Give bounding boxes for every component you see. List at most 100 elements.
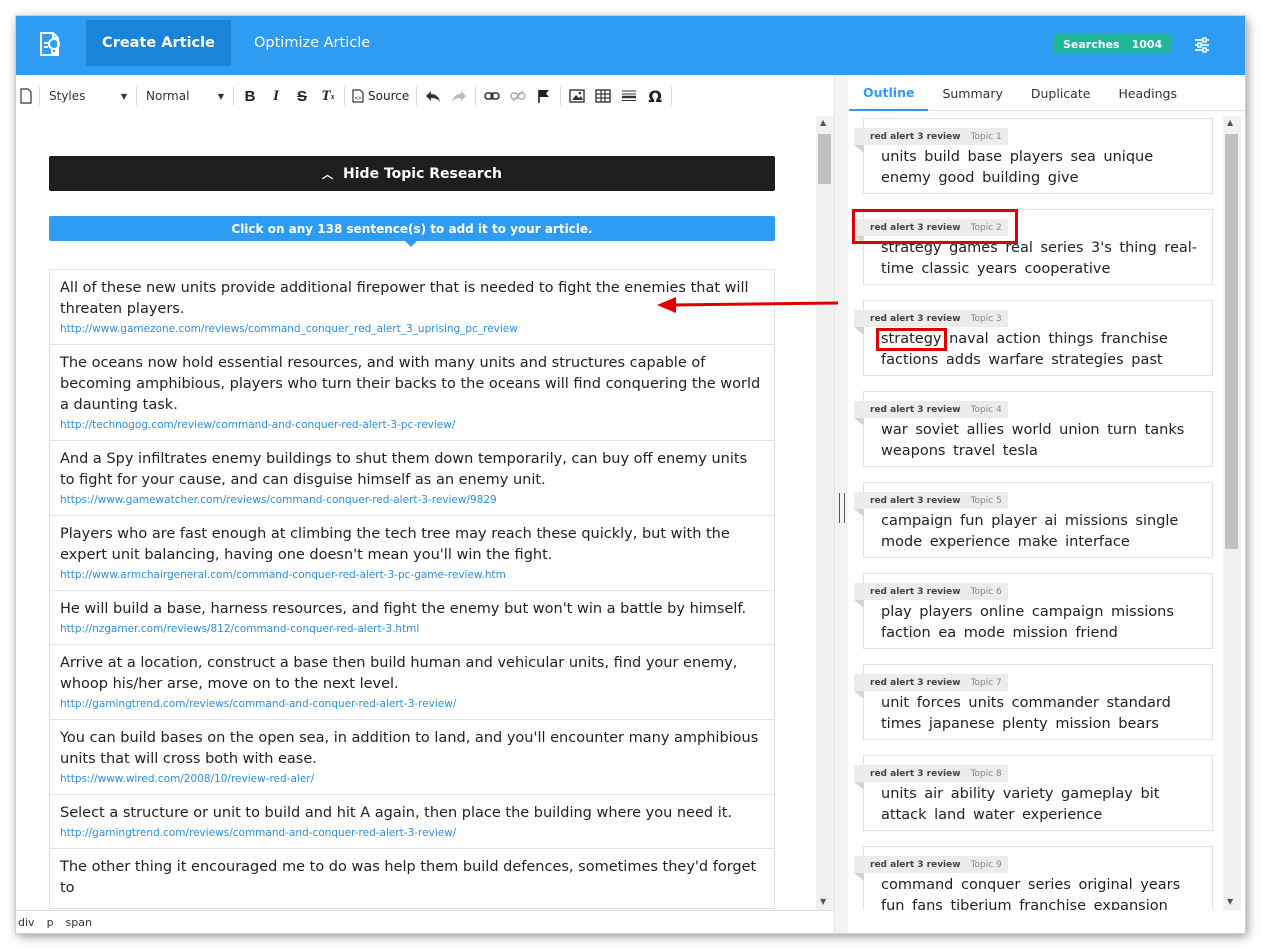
- redo-icon[interactable]: [446, 84, 472, 108]
- sentence-source-link[interactable]: https://www.gamewatcher.com/reviews/comm…: [60, 494, 764, 506]
- table-icon[interactable]: [590, 84, 616, 108]
- tag-fold: [854, 509, 864, 517]
- sentence-source-link[interactable]: http://www.gamezone.com/reviews/command_…: [60, 323, 764, 335]
- topic-number: Topic 4: [970, 404, 1002, 415]
- sentence-source-link[interactable]: http://technogog.com/review/command-and-…: [60, 419, 764, 431]
- toolbar-divider: [671, 87, 673, 105]
- topic-card[interactable]: red alert 3 review Topic 5 campaign fun p…: [854, 482, 1213, 558]
- topic-keyword: red alert 3 review: [870, 859, 961, 870]
- topic-number: Topic 6: [970, 586, 1002, 597]
- unlink-icon[interactable]: [505, 84, 531, 108]
- toolbar-divider: [136, 87, 137, 105]
- source-button[interactable]: <> Source: [348, 84, 413, 108]
- sentence-item[interactable]: Arrive at a location, construct a base t…: [50, 645, 774, 720]
- styles-dropdown[interactable]: Styles ▼: [43, 84, 133, 108]
- scroll-down-icon[interactable]: ▼: [1227, 897, 1233, 906]
- flag-icon[interactable]: [531, 84, 557, 108]
- hide-research-label: Hide Topic Research: [343, 165, 502, 182]
- toolbar-divider: [344, 87, 345, 105]
- path-item[interactable]: p: [47, 916, 54, 929]
- sentence-source-link[interactable]: https://www.wired.com/2008/10/review-red…: [60, 773, 764, 785]
- sentence-text: The oceans now hold essential resources,…: [60, 355, 761, 413]
- path-item[interactable]: span: [66, 916, 92, 929]
- tab-outline[interactable]: Outline: [849, 75, 929, 111]
- sentence-item[interactable]: The oceans now hold essential resources,…: [50, 345, 774, 441]
- format-dropdown[interactable]: Normal ▼: [140, 84, 230, 108]
- remove-format-icon[interactable]: Tx: [315, 84, 341, 108]
- topic-card[interactable]: red alert 3 review Topic 4 war soviet all…: [854, 391, 1213, 467]
- drag-handle-icon[interactable]: [839, 493, 845, 523]
- hide-topic-research-button[interactable]: ︿ Hide Topic Research: [49, 156, 775, 191]
- tab-headings[interactable]: Headings: [1104, 75, 1191, 111]
- link-icon[interactable]: [479, 84, 505, 108]
- topic-keyword: red alert 3 review: [870, 222, 961, 233]
- topic-card[interactable]: red alert 3 review Topic 7 unit forces un…: [854, 664, 1213, 740]
- sentence-text: Select a structure or unit to build and …: [60, 805, 733, 821]
- topic-tag: red alert 3 review Topic 8: [854, 765, 1008, 782]
- right-scrollbar[interactable]: ▲ ▼: [1223, 116, 1241, 910]
- app-logo-icon[interactable]: [35, 29, 65, 59]
- sentence-source-link[interactable]: http://www.armchairgeneral.com/command-c…: [60, 569, 764, 581]
- bold-icon[interactable]: B: [237, 84, 263, 108]
- omega-icon[interactable]: Ω: [642, 84, 668, 108]
- topic-card[interactable]: red alert 3 review Topic 3 strategy naval…: [854, 300, 1213, 376]
- sentence-item[interactable]: Players who are fast enough at climbing …: [50, 516, 774, 591]
- panel-splitter[interactable]: [834, 75, 848, 933]
- topic-keyword: red alert 3 review: [870, 495, 961, 506]
- topic-card[interactable]: red alert 3 review Topic 1 units build ba…: [854, 118, 1213, 194]
- sentence-item[interactable]: The other thing it encouraged me to do w…: [50, 849, 774, 909]
- scroll-down-icon[interactable]: ▼: [820, 897, 826, 906]
- topic-words: units build base players sea unique enem…: [881, 149, 1154, 186]
- tag-fold: [854, 145, 864, 153]
- topic-card[interactable]: red alert 3 review Topic 9 command conque…: [854, 846, 1213, 910]
- toolbar-divider: [416, 87, 418, 105]
- italic-icon[interactable]: I: [263, 84, 289, 108]
- path-item[interactable]: div: [18, 916, 35, 929]
- sentence-item[interactable]: All of these new units provide additiona…: [50, 270, 774, 345]
- searches-label: Searches: [1063, 37, 1120, 51]
- topic-card[interactable]: red alert 3 review Topic 6 play players o…: [854, 573, 1213, 649]
- tag-fold: [854, 327, 864, 335]
- sentence-count-banner: Click on any 138 sentence(s) to add it t…: [49, 216, 775, 247]
- chevron-down-icon: ▼: [217, 91, 224, 101]
- topic-card[interactable]: red alert 3 review Topic 8 units air abil…: [854, 755, 1213, 831]
- topic-card[interactable]: red alert 3 review Topic 2 strategy games…: [854, 209, 1213, 285]
- editor-toolbar: Styles ▼ Normal ▼ B I S Tx <> Source Ω: [16, 82, 834, 110]
- left-scrollbar[interactable]: ▲ ▼: [816, 116, 834, 910]
- sentence-item[interactable]: And a Spy infiltrates enemy buildings to…: [50, 441, 774, 516]
- sentence-item[interactable]: You can build bases on the open sea, in …: [50, 720, 774, 795]
- document-icon[interactable]: [16, 84, 36, 108]
- scroll-up-icon[interactable]: ▲: [1227, 118, 1233, 127]
- tab-summary[interactable]: Summary: [928, 75, 1016, 111]
- sentence-item[interactable]: Select a structure or unit to build and …: [50, 795, 774, 849]
- sentence-item[interactable]: He will build a base, harness resources,…: [50, 591, 774, 645]
- scrollbar-thumb[interactable]: [818, 134, 831, 184]
- scrollbar-thumb[interactable]: [1225, 134, 1238, 549]
- topic-keyword: red alert 3 review: [870, 586, 961, 597]
- tab-create-article[interactable]: Create Article: [86, 20, 231, 66]
- tab-duplicate[interactable]: Duplicate: [1017, 75, 1105, 111]
- topic-keyword: red alert 3 review: [870, 131, 961, 142]
- topic-words: play players online campaign missions fa…: [881, 604, 1174, 641]
- strikethrough-icon[interactable]: S: [289, 84, 315, 108]
- topic-keyword: red alert 3 review: [870, 768, 961, 779]
- sentence-text: You can build bases on the open sea, in …: [60, 730, 759, 767]
- horizontal-rule-icon[interactable]: [616, 84, 642, 108]
- sentence-source-link[interactable]: http://nzgamer.com/reviews/812/command-c…: [60, 623, 764, 635]
- undo-icon[interactable]: [420, 84, 446, 108]
- sentence-source-link[interactable]: http://gamingtrend.com/reviews/command-a…: [60, 698, 764, 710]
- chevron-up-icon: ︿: [322, 167, 334, 181]
- topic-tag: red alert 3 review Topic 3: [854, 310, 1008, 327]
- tab-optimize-article[interactable]: Optimize Article: [254, 20, 370, 66]
- topic-tag: red alert 3 review Topic 7: [854, 674, 1008, 691]
- toolbar-divider: [39, 87, 40, 105]
- settings-sliders-icon[interactable]: [1193, 36, 1211, 54]
- image-icon[interactable]: [564, 84, 590, 108]
- sentence-text: And a Spy infiltrates enemy buildings to…: [60, 451, 748, 488]
- sentence-source-link[interactable]: http://gamingtrend.com/reviews/command-a…: [60, 827, 764, 839]
- topic-number: Topic 2: [970, 222, 1002, 233]
- topic-tag: red alert 3 review Topic 4: [854, 401, 1008, 418]
- topic-words: strategy naval action things franchise f…: [881, 331, 1168, 368]
- toolbar-divider: [560, 87, 562, 105]
- scroll-up-icon[interactable]: ▲: [820, 118, 826, 127]
